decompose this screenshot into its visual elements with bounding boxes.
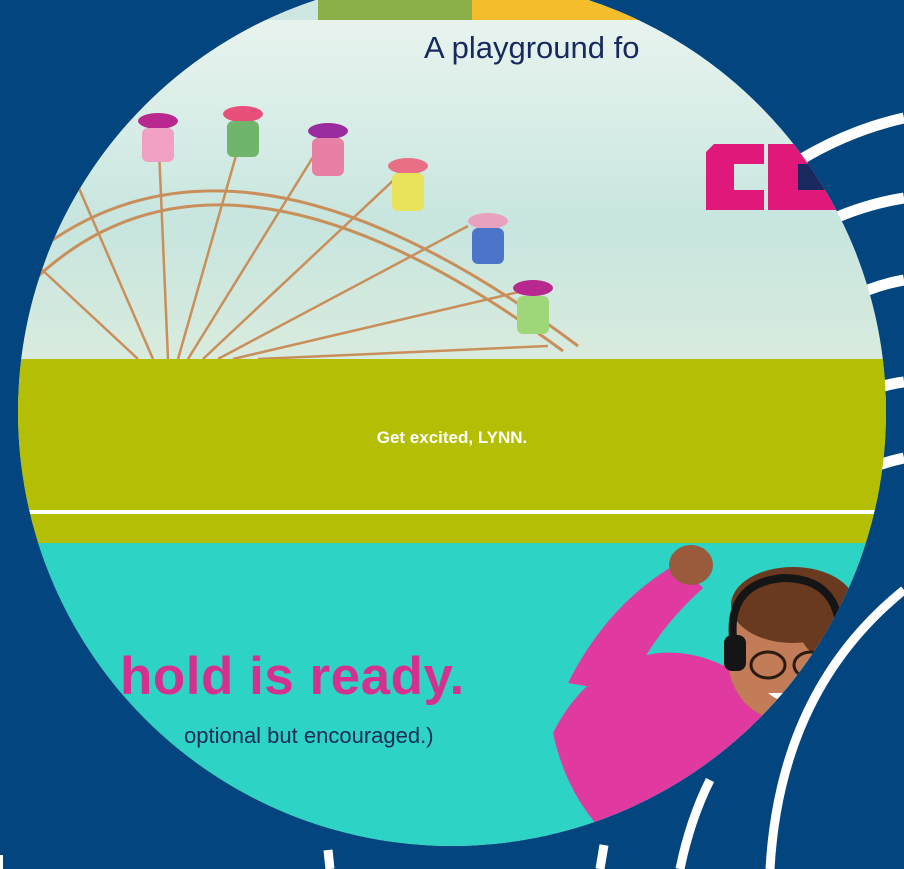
greeting-banner-bottom bbox=[18, 514, 886, 543]
promo-section: hold is ready. optional but encouraged.) bbox=[18, 543, 886, 846]
top-color-strip bbox=[18, 0, 886, 20]
promo-subline: optional but encouraged.) bbox=[184, 723, 434, 748]
hero-tagline: A playground fo bbox=[424, 30, 640, 65]
cp-logo-icon bbox=[706, 144, 836, 210]
promo-headline: hold is ready. bbox=[120, 647, 465, 706]
greeting-banner: Get excited, LYNN. bbox=[18, 359, 886, 510]
email-preview-circle: A playground fo Get excited, LYNN. hold … bbox=[18, 0, 886, 846]
greeting-text: Get excited, LYNN. bbox=[376, 428, 528, 447]
ferris-wheel-icon bbox=[18, 106, 579, 359]
woman-with-headphones-icon bbox=[553, 545, 858, 846]
